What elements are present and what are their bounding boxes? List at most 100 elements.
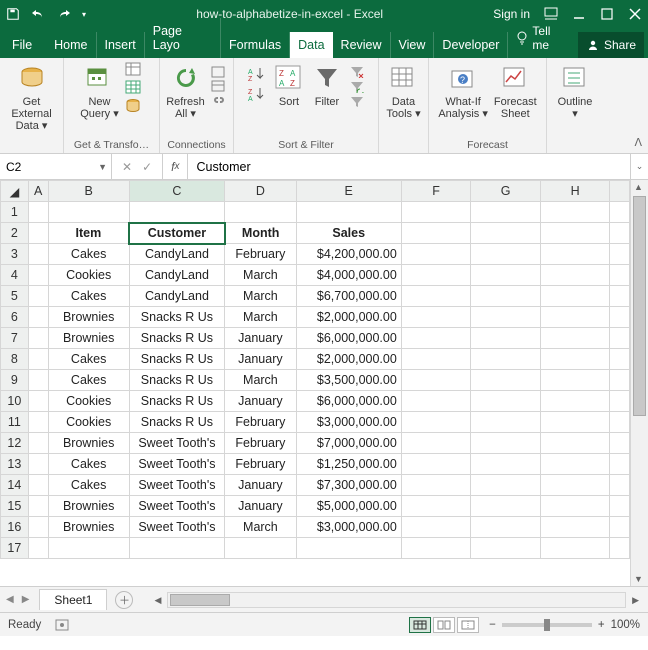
view-page-break-icon[interactable] (457, 617, 479, 633)
cell-E12[interactable]: $7,000,000.00 (296, 433, 401, 454)
cell-B12[interactable]: Brownies (48, 433, 129, 454)
cell-E6[interactable]: $2,000,000.00 (296, 307, 401, 328)
cell-H1[interactable] (540, 202, 610, 223)
col-header-G[interactable]: G (471, 181, 541, 202)
row-header-2[interactable]: 2 (1, 223, 29, 244)
sort-button[interactable]: ZAAZ Sort (273, 62, 305, 108)
row-header-9[interactable]: 9 (1, 370, 29, 391)
name-box-dropdown-icon[interactable]: ▼ (98, 162, 107, 172)
cell-F14[interactable] (401, 475, 470, 496)
enter-formula-icon[interactable]: ✓ (142, 160, 152, 174)
cell-F17[interactable] (401, 538, 470, 559)
cell-H3[interactable] (540, 244, 610, 265)
cell-B5[interactable]: Cakes (48, 286, 129, 307)
cell-E10[interactable]: $6,000,000.00 (296, 391, 401, 412)
cell-F1[interactable] (401, 202, 470, 223)
refresh-all-button[interactable]: Refresh All ▾ (166, 62, 205, 120)
hscrollbar-thumb[interactable] (170, 594, 230, 606)
expand-formula-icon[interactable]: ⌄ (630, 154, 648, 179)
cell-D1[interactable] (225, 202, 296, 223)
cell-A1[interactable] (28, 202, 48, 223)
cell-D6[interactable]: March (225, 307, 296, 328)
cell-F3[interactable] (401, 244, 470, 265)
data-tools-button[interactable]: Data Tools ▾ (386, 62, 420, 120)
cell-C15[interactable]: Sweet Tooth's (129, 496, 225, 517)
cell-G16[interactable] (471, 517, 541, 538)
cell-F8[interactable] (401, 349, 470, 370)
formula-input[interactable] (196, 160, 622, 174)
cell-H6[interactable] (540, 307, 610, 328)
redo-icon[interactable] (56, 7, 72, 21)
cell-F12[interactable] (401, 433, 470, 454)
properties-icon[interactable] (211, 80, 227, 92)
cell-E15[interactable]: $5,000,000.00 (296, 496, 401, 517)
close-icon[interactable] (628, 7, 642, 21)
cell-G11[interactable] (471, 412, 541, 433)
cell-A7[interactable] (28, 328, 48, 349)
tab-insert[interactable]: Insert (97, 32, 145, 58)
cell-D3[interactable]: February (225, 244, 296, 265)
cell-H11[interactable] (540, 412, 610, 433)
col-header-A[interactable]: A (28, 181, 48, 202)
cell-A10[interactable] (28, 391, 48, 412)
fx-icon[interactable]: fx (163, 154, 188, 179)
recent-sources-icon[interactable] (125, 98, 143, 114)
undo-icon[interactable] (30, 7, 46, 21)
cell-E13[interactable]: $1,250,000.00 (296, 454, 401, 475)
what-if-button[interactable]: ? What-If Analysis ▾ (438, 62, 488, 120)
cell-E17[interactable] (296, 538, 401, 559)
cell-B15[interactable]: Brownies (48, 496, 129, 517)
cell-B1[interactable] (48, 202, 129, 223)
cell-E14[interactable]: $7,300,000.00 (296, 475, 401, 496)
cell-G5[interactable] (471, 286, 541, 307)
row-header-10[interactable]: 10 (1, 391, 29, 412)
tab-developer[interactable]: Developer (434, 32, 508, 58)
cell-D4[interactable]: March (225, 265, 296, 286)
scroll-left-icon[interactable]: ◀ (154, 595, 161, 606)
zoom-slider[interactable] (502, 623, 592, 627)
cell-A15[interactable] (28, 496, 48, 517)
cell-C14[interactable]: Sweet Tooth's (129, 475, 225, 496)
share-button[interactable]: Share (578, 32, 644, 58)
scroll-up-icon[interactable]: ▲ (634, 182, 643, 192)
cell-H2[interactable] (540, 223, 610, 244)
cell-G2[interactable] (471, 223, 541, 244)
col-header-F[interactable]: F (401, 181, 470, 202)
cell-C3[interactable]: CandyLand (129, 244, 225, 265)
cell-C11[interactable]: Snacks R Us (129, 412, 225, 433)
horizontal-scrollbar[interactable]: ◀ ▶ (167, 592, 626, 608)
cell-E9[interactable]: $3,500,000.00 (296, 370, 401, 391)
cancel-formula-icon[interactable]: ✕ (122, 160, 132, 174)
cell-F6[interactable] (401, 307, 470, 328)
cell-F10[interactable] (401, 391, 470, 412)
view-normal-icon[interactable] (409, 617, 431, 633)
clear-filter-icon[interactable] (349, 66, 365, 78)
cell-H7[interactable] (540, 328, 610, 349)
cell-G17[interactable] (471, 538, 541, 559)
row-header-14[interactable]: 14 (1, 475, 29, 496)
row-header-3[interactable]: 3 (1, 244, 29, 265)
cell-H9[interactable] (540, 370, 610, 391)
cell-D17[interactable] (225, 538, 296, 559)
cell-C1[interactable] (129, 202, 225, 223)
col-header-E[interactable]: E (296, 181, 401, 202)
get-external-data-button[interactable]: Get External Data ▾ (6, 62, 57, 132)
cell-E2[interactable]: Sales (296, 223, 401, 244)
cell-D7[interactable]: January (225, 328, 296, 349)
cell-H15[interactable] (540, 496, 610, 517)
cell-G12[interactable] (471, 433, 541, 454)
cell-B3[interactable]: Cakes (48, 244, 129, 265)
cell-B9[interactable]: Cakes (48, 370, 129, 391)
zoom-in-button[interactable]: + (598, 619, 605, 631)
cell-G6[interactable] (471, 307, 541, 328)
filter-button[interactable]: Filter (311, 62, 343, 108)
cell-C17[interactable] (129, 538, 225, 559)
select-all-corner[interactable]: ◢ (1, 181, 29, 202)
cell-G3[interactable] (471, 244, 541, 265)
cell-E4[interactable]: $4,000,000.00 (296, 265, 401, 286)
vertical-scrollbar[interactable]: ▲ ▼ (630, 180, 648, 586)
cell-C6[interactable]: Snacks R Us (129, 307, 225, 328)
cell-F5[interactable] (401, 286, 470, 307)
cell-G1[interactable] (471, 202, 541, 223)
forecast-sheet-button[interactable]: Forecast Sheet (494, 62, 537, 120)
